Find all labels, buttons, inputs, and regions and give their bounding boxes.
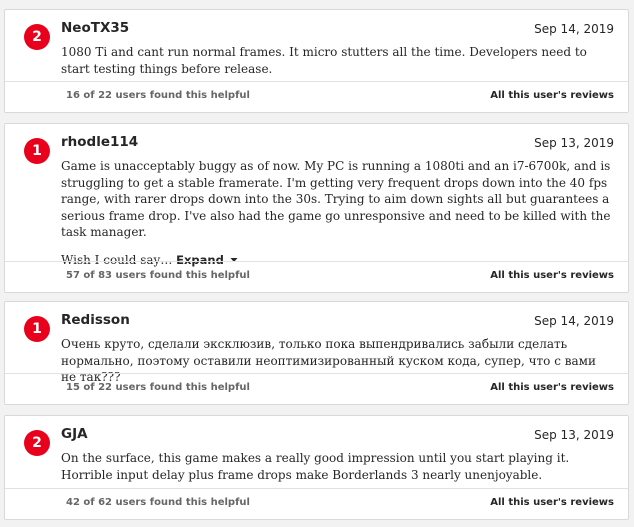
reviewer-name[interactable]: GJA [61, 426, 88, 442]
reviewer-name[interactable]: Redisson [61, 312, 130, 328]
review-date: Sep 13, 2019 [534, 136, 614, 150]
review-footer: 15 of 22 users found this helpful All th… [5, 373, 628, 404]
review-footer: 42 of 62 users found this helpful All th… [5, 488, 628, 519]
review-card: 2 NeoTX35 Sep 14, 2019 1080 Ti and cant … [4, 9, 629, 113]
score-badge: 2 [24, 24, 50, 50]
review-footer: 16 of 22 users found this helpful All th… [5, 81, 628, 112]
review-date: Sep 14, 2019 [534, 22, 614, 36]
review-footer: 57 of 83 users found this helpful All th… [5, 261, 628, 292]
all-user-reviews-link[interactable]: All this user's reviews [490, 497, 614, 508]
review-body: 1080 Ti and cant run normal frames. It m… [61, 44, 614, 77]
reviewer-name[interactable]: NeoTX35 [61, 20, 129, 36]
helpful-count: 16 of 22 users found this helpful [66, 90, 250, 101]
helpful-count: 57 of 83 users found this helpful [66, 270, 250, 281]
score-badge: 1 [24, 316, 50, 342]
helpful-count: 15 of 22 users found this helpful [66, 382, 250, 393]
review-text: Game is unacceptably buggy as of now. My… [61, 159, 611, 239]
score-badge: 2 [24, 430, 50, 456]
review-date: Sep 14, 2019 [534, 314, 614, 328]
review-date: Sep 13, 2019 [534, 428, 614, 442]
review-card: 1 rhodle114 Sep 13, 2019 Game is unaccep… [4, 123, 629, 293]
review-body: Game is unacceptably buggy as of now. My… [61, 158, 614, 268]
review-card: 1 Redisson Sep 14, 2019 Очень круто, сде… [4, 301, 629, 405]
review-text: 1080 Ti and cant run normal frames. It m… [61, 45, 587, 76]
all-user-reviews-link[interactable]: All this user's reviews [490, 90, 614, 101]
helpful-count: 42 of 62 users found this helpful [66, 497, 250, 508]
review-card: 2 GJA Sep 13, 2019 On the surface, this … [4, 415, 629, 520]
review-body: On the surface, this game makes a really… [61, 450, 614, 483]
all-user-reviews-link[interactable]: All this user's reviews [490, 382, 614, 393]
review-text: On the surface, this game makes a really… [61, 451, 570, 482]
reviewer-name[interactable]: rhodle114 [61, 134, 138, 150]
all-user-reviews-link[interactable]: All this user's reviews [490, 270, 614, 281]
score-badge: 1 [24, 138, 50, 164]
